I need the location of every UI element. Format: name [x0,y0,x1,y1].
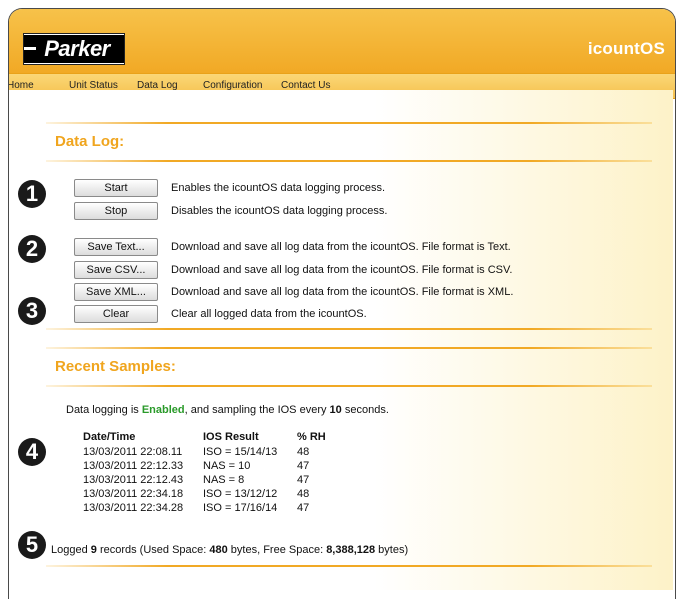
cell-datetime: 13/03/2011 22:08.11 [83,446,183,458]
stop-button[interactable]: Stop [74,202,158,220]
clear-button[interactable]: Clear [74,305,158,323]
table-row: 13/03/2011 22:34.18 ISO = 13/12/12 48 [83,487,337,501]
callout-4-icon: 4 [18,438,46,466]
free-space: 8,388,128 [326,544,376,556]
table-row: 13/03/2011 22:34.28 ISO = 17/16/14 47 [83,501,337,515]
cell-rh: 47 [297,502,310,514]
table-header-row: Date/Time IOS Result % RH [83,431,337,445]
divider [46,385,652,387]
save-csv-button[interactable]: Save CSV... [74,261,158,279]
records-suffix: records (Used Space: [96,544,210,556]
save-csv-description: Download and save all log data from the … [171,264,513,276]
logging-status: Data logging is Enabled, and sampling th… [66,404,389,416]
start-button[interactable]: Start [74,179,158,197]
storage-summary: Logged 9 records (Used Space: 480 bytes,… [51,544,408,556]
recent-samples-title: Recent Samples: [55,358,176,375]
callout-1-icon: 1 [18,180,46,208]
cell-ios-result: ISO = 13/12/12 [203,488,278,500]
table-row: 13/03/2011 22:08.11 ISO = 15/14/13 48 [83,445,337,459]
cell-ios-result: NAS = 8 [203,474,245,486]
column-header-datetime: Date/Time [83,431,136,443]
cell-ios-result: ISO = 17/16/14 [203,502,278,514]
column-header-rh: % RH [297,431,326,443]
parker-logo: Parker [23,33,125,65]
used-suffix: bytes, Free Space: [227,544,327,556]
divider [46,565,652,567]
callout-2-icon: 2 [18,235,46,263]
cell-rh: 48 [297,446,310,458]
logo-dash-icon [24,47,36,50]
table-row: 13/03/2011 22:12.33 NAS = 10 47 [83,459,337,473]
column-header-ios-result: IOS Result [203,431,259,443]
data-log-title: Data Log: [55,133,125,150]
save-text-description: Download and save all log data from the … [171,241,511,253]
divider [46,122,652,124]
divider [46,347,652,349]
header-bar: Parker icountOS [9,9,675,73]
save-xml-description: Download and save all log data from the … [171,286,514,298]
status-mid: , and sampling the IOS every [184,404,330,416]
stop-description: Disables the icountOS data logging proce… [171,205,388,217]
table-row: 13/03/2011 22:12.43 NAS = 8 47 [83,473,337,487]
logo-text: Parker [24,35,124,63]
status-suffix: seconds. [341,404,389,416]
status-enabled: Enabled [141,404,185,416]
free-suffix: bytes) [375,544,409,556]
callout-5-icon: 5 [18,531,46,559]
cell-datetime: 13/03/2011 22:12.33 [83,460,184,472]
cell-rh: 47 [297,460,310,472]
cell-ios-result: ISO = 15/14/13 [203,446,278,458]
start-description: Enables the icountOS data logging proces… [171,182,386,194]
save-xml-button[interactable]: Save XML... [74,283,158,301]
samples-table: Date/Time IOS Result % RH 13/03/2011 22:… [83,431,337,515]
cell-ios-result: NAS = 10 [203,460,251,472]
clear-description: Clear all logged data from the icountOS. [171,308,367,320]
cell-rh: 48 [297,488,310,500]
cell-datetime: 13/03/2011 22:12.43 [83,474,184,486]
product-name: icountOS [587,39,665,58]
cell-rh: 47 [297,474,310,486]
divider [46,328,652,330]
cell-datetime: 13/03/2011 22:34.18 [83,488,184,500]
save-text-button[interactable]: Save Text... [74,238,158,256]
divider [46,160,652,162]
cell-datetime: 13/03/2011 22:34.28 [83,502,184,514]
main-content [9,90,673,590]
used-space: 480 [209,544,228,556]
sampling-interval: 10 [329,404,342,416]
callout-3-icon: 3 [18,297,46,325]
status-prefix: Data logging is [66,404,142,416]
logged-prefix: Logged [51,544,91,556]
